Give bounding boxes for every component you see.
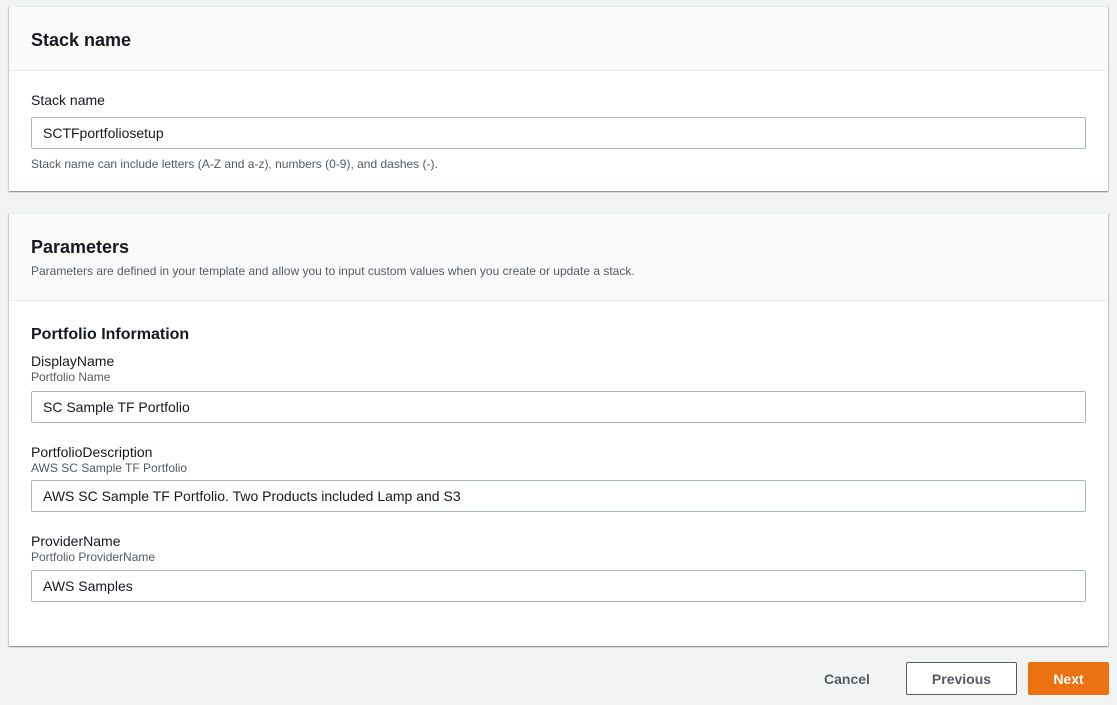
stack-name-input[interactable] <box>31 117 1086 149</box>
display-name-input[interactable] <box>31 391 1086 423</box>
stack-name-panel-body: Stack name Stack name can include letter… <box>9 71 1108 172</box>
portfolio-description-field: PortfolioDescription AWS SC Sample TF Po… <box>31 443 1086 512</box>
provider-name-sublabel: Portfolio ProviderName <box>31 550 156 564</box>
stack-name-panel: Stack name Stack name Stack name can inc… <box>9 6 1108 191</box>
display-name-label: DisplayName <box>31 353 115 369</box>
parameters-panel-header: Parameters Parameters are defined in you… <box>9 214 1108 301</box>
stack-name-hint: Stack name can include letters (A-Z and … <box>31 157 438 171</box>
provider-name-label: ProviderName <box>31 533 121 549</box>
provider-name-field: ProviderName Portfolio ProviderName <box>31 532 1086 602</box>
parameters-panel: Parameters Parameters are defined in you… <box>9 213 1108 646</box>
provider-name-input[interactable] <box>31 570 1086 602</box>
portfolio-description-sublabel: AWS SC Sample TF Portfolio <box>31 461 188 475</box>
portfolio-description-input[interactable] <box>31 480 1086 512</box>
next-button[interactable]: Next <box>1028 662 1109 695</box>
stack-name-panel-header: Stack name <box>9 7 1108 71</box>
parameters-panel-body: Portfolio Information DisplayName Portfo… <box>9 301 1108 602</box>
previous-button[interactable]: Previous <box>906 662 1017 695</box>
parameters-panel-title: Parameters <box>31 237 130 257</box>
portfolio-description-label: PortfolioDescription <box>31 444 153 460</box>
display-name-field: DisplayName Portfolio Name <box>31 352 1086 423</box>
display-name-sublabel: Portfolio Name <box>31 370 111 384</box>
portfolio-information-heading: Portfolio Information <box>31 326 190 343</box>
parameters-panel-description: Parameters are defined in your template … <box>31 264 635 278</box>
stack-name-label: Stack name <box>31 92 105 108</box>
stack-name-panel-title: Stack name <box>31 30 132 50</box>
cancel-button[interactable]: Cancel <box>805 662 889 695</box>
